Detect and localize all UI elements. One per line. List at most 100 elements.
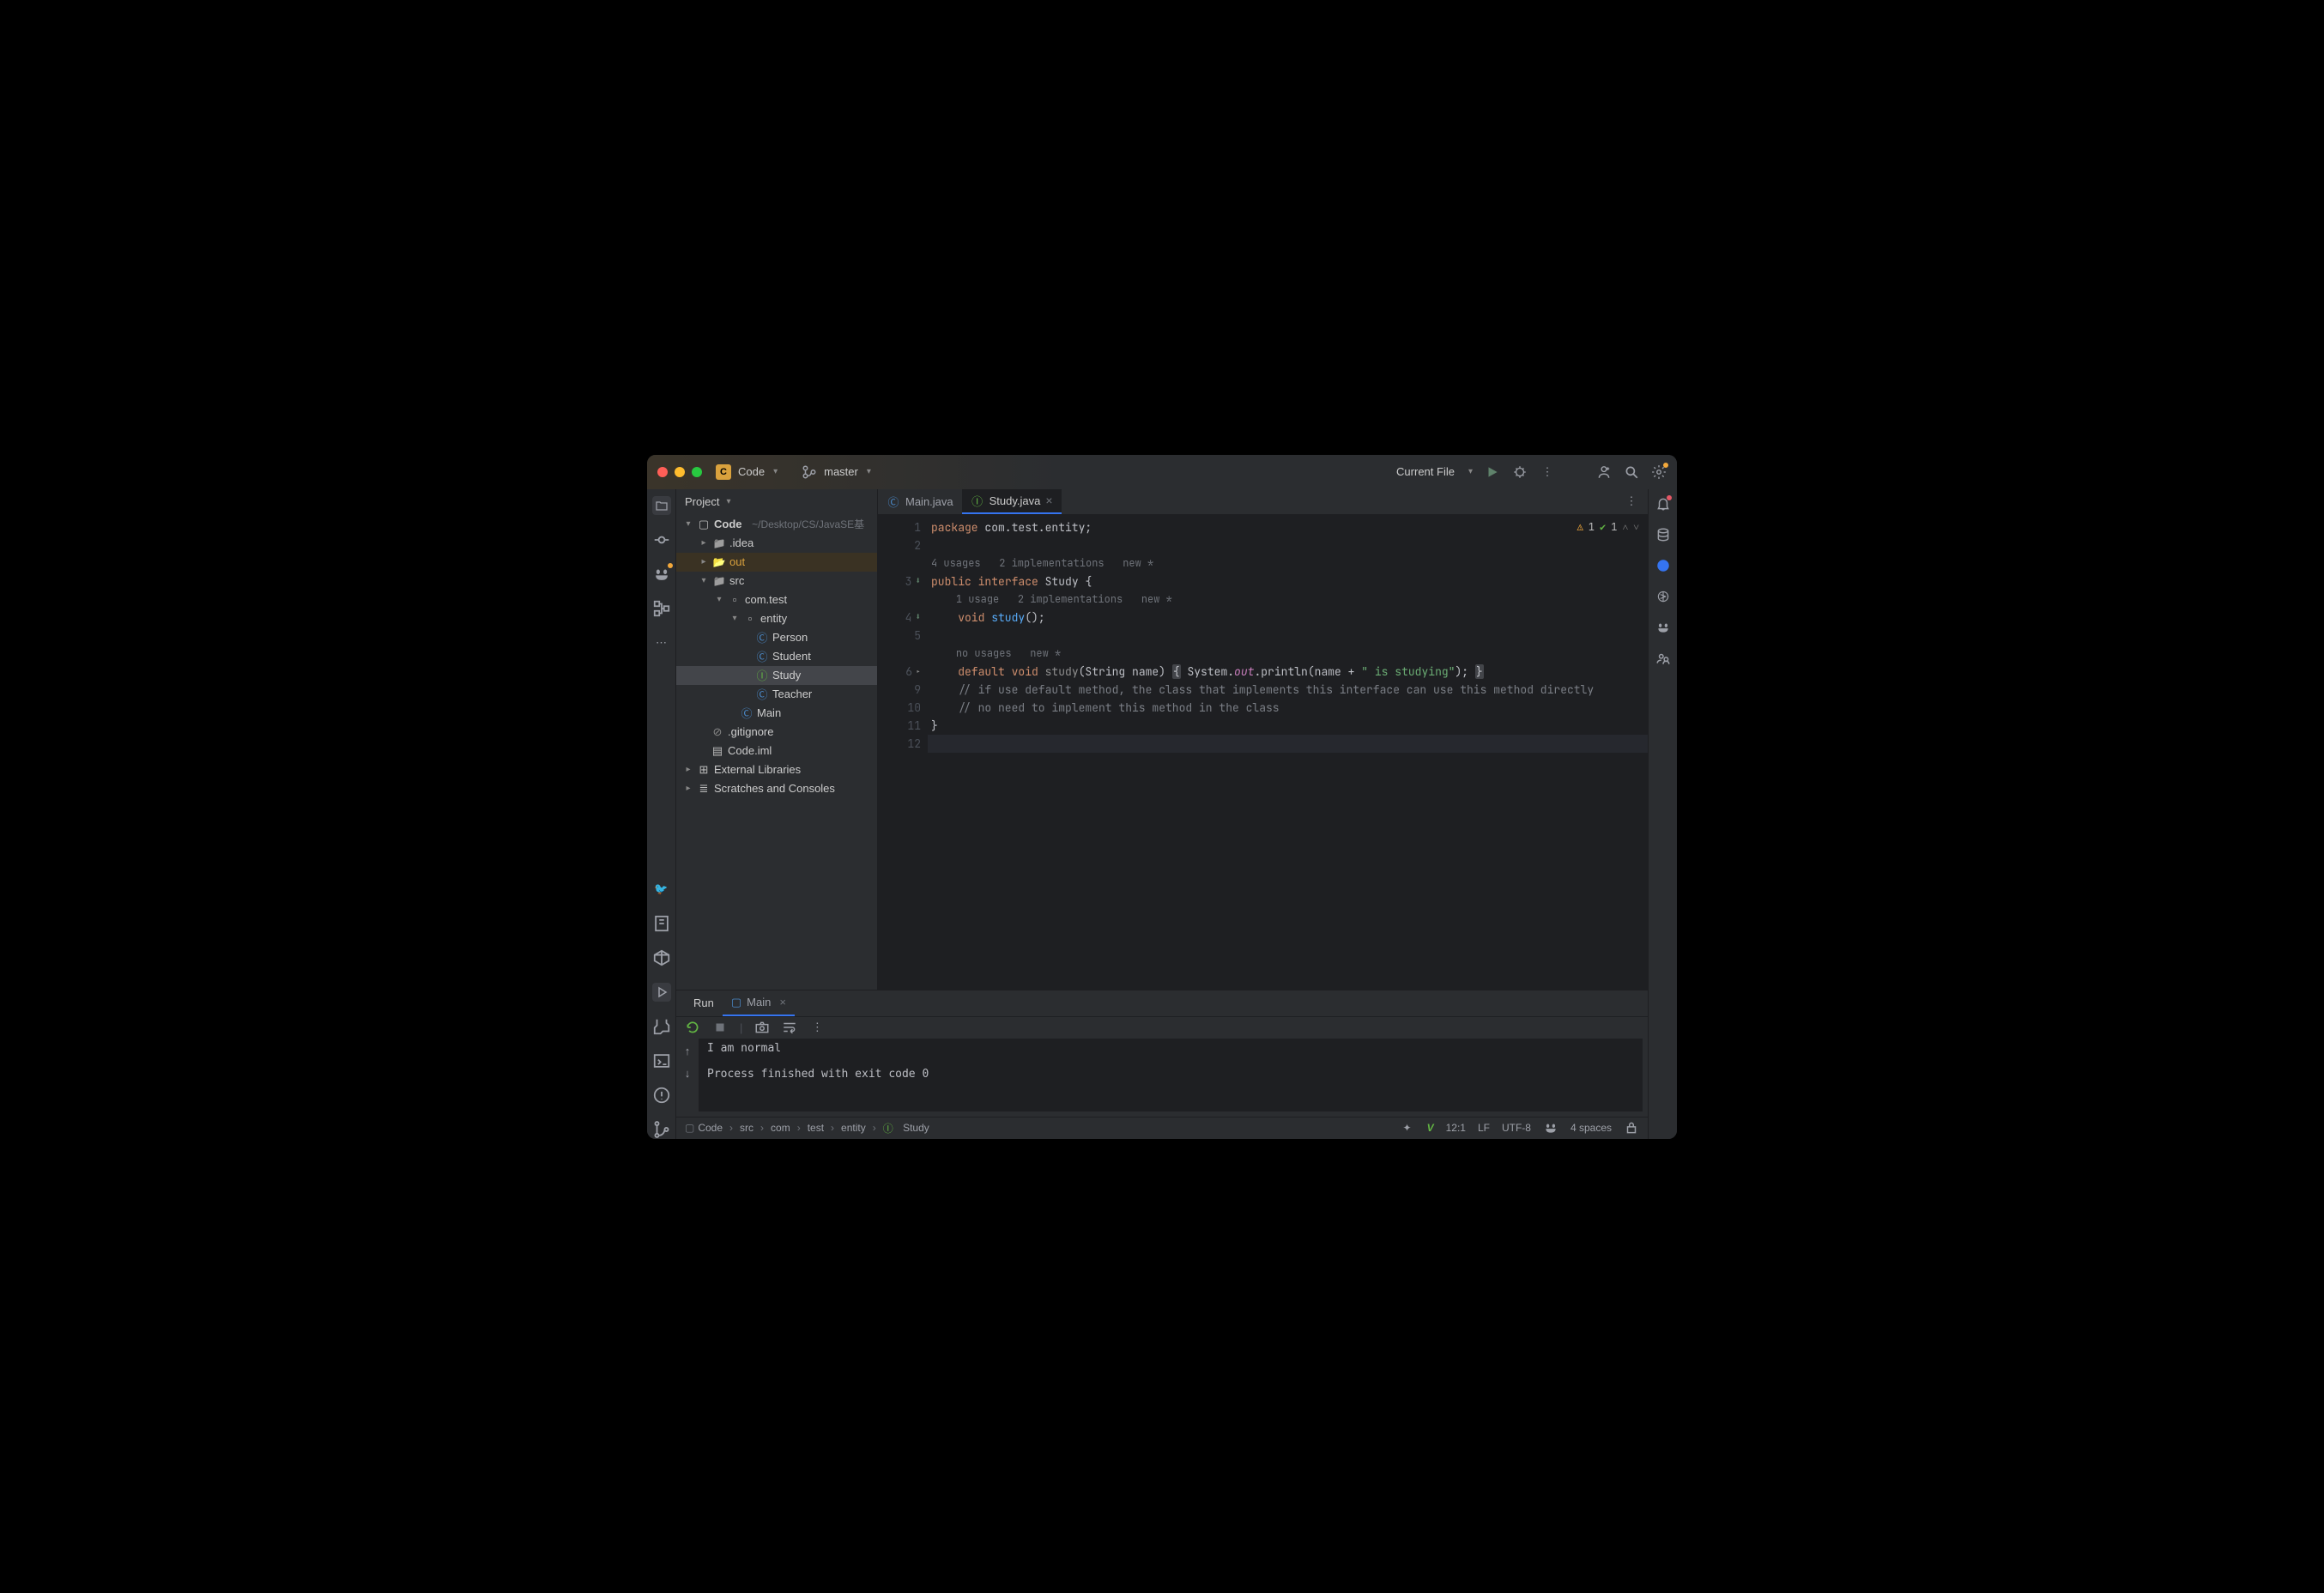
breadcrumb[interactable]: Ⓘ Study <box>883 1121 929 1136</box>
chevron-up-icon[interactable]: ˄ <box>1622 520 1628 534</box>
down-icon[interactable]: ↓ <box>680 1066 695 1081</box>
status-bar: ▢Code› src› com› test› entity› Ⓘ Study ✦… <box>676 1117 1648 1139</box>
folder-icon <box>712 555 726 569</box>
branch-icon[interactable] <box>802 464 817 480</box>
ai-assistant-icon[interactable]: ✦ <box>1400 1120 1415 1136</box>
tree-package-entity[interactable]: ▾▫entity <box>676 609 877 628</box>
tab-study-java[interactable]: ⒾStudy.java× <box>962 489 1062 514</box>
indent-setting[interactable]: 4 spaces <box>1571 1122 1612 1134</box>
project-tool-icon[interactable] <box>652 496 671 515</box>
right-toolbar <box>1648 489 1677 1139</box>
implementations-gutter-icon[interactable]: ⬇ <box>915 609 921 627</box>
tab-label: Main.java <box>905 495 953 508</box>
run-tool-icon[interactable] <box>652 983 671 1002</box>
database-icon[interactable] <box>1655 527 1671 542</box>
breadcrumb[interactable]: src <box>740 1122 753 1134</box>
run-toolbar: | ⋮ <box>676 1016 1648 1039</box>
tree-class-student[interactable]: ⒸStudent <box>676 647 877 666</box>
collab-icon[interactable] <box>1655 651 1671 666</box>
run-config-selector[interactable]: Current File <box>1396 465 1455 478</box>
project-name[interactable]: Code <box>738 465 765 478</box>
bookmarks-icon[interactable] <box>652 914 671 933</box>
close-window-button[interactable] <box>657 467 668 477</box>
screenshot-icon[interactable] <box>754 1020 770 1035</box>
chat-icon[interactable] <box>1655 558 1671 573</box>
more-icon[interactable]: ⋮ <box>809 1020 825 1035</box>
settings-icon[interactable] <box>1651 464 1667 480</box>
rerun-icon[interactable] <box>685 1020 700 1035</box>
terminal-tool-icon[interactable] <box>652 1051 671 1070</box>
project-badge: C <box>716 464 731 480</box>
tree-folder-src[interactable]: ▾src <box>676 572 877 591</box>
tree-file-gitignore[interactable]: ⊘.gitignore <box>676 723 877 742</box>
breadcrumb[interactable]: ▢Code <box>685 1122 723 1134</box>
run-icon[interactable] <box>1485 464 1500 480</box>
project-panel: Project ▾ ▾▢Code ~/Desktop/CS/JavaSE基 ▸.… <box>676 489 878 990</box>
debug-icon[interactable] <box>1512 464 1528 480</box>
ai-icon[interactable] <box>1655 589 1671 604</box>
breadcrumb[interactable]: com <box>771 1122 790 1134</box>
tree-class-teacher[interactable]: ⒸTeacher <box>676 685 877 704</box>
structure-tool-icon[interactable] <box>652 599 671 618</box>
vim-indicator[interactable]: V <box>1427 1122 1434 1134</box>
close-icon[interactable]: × <box>779 996 786 1008</box>
tree-class-main[interactable]: ⒸMain <box>676 704 877 723</box>
code-with-me-icon[interactable] <box>1596 464 1612 480</box>
build-tool-icon[interactable] <box>652 1017 671 1036</box>
problems-tool-icon[interactable] <box>652 1086 671 1105</box>
implementations-gutter-icon[interactable]: ⬇ <box>915 572 921 591</box>
tree-interface-study[interactable]: ⒾStudy <box>676 666 877 685</box>
stop-icon[interactable] <box>712 1020 728 1035</box>
class-icon: Ⓒ <box>887 494 900 508</box>
copilot-icon[interactable] <box>652 565 671 584</box>
code-body[interactable]: ⚠1 ✔1 ˄ ˅ package com.test.entity; 4 usa… <box>928 515 1648 990</box>
copilot-status-icon[interactable] <box>1543 1120 1558 1136</box>
titlebar: C Code ▾ master ▾ Current File ▾ ⋮ <box>647 455 1677 489</box>
services-tool-icon[interactable] <box>652 948 671 967</box>
cursor-position[interactable]: 12:1 <box>1446 1122 1466 1134</box>
breadcrumb[interactable]: test <box>808 1122 824 1134</box>
copilot-panel-icon[interactable] <box>1655 620 1671 635</box>
more-icon[interactable]: ⋮ <box>1540 464 1555 480</box>
git-tool-icon[interactable] <box>652 1120 671 1139</box>
interface-icon: Ⓘ <box>971 494 984 507</box>
run-panel-title[interactable]: Run <box>685 990 723 1016</box>
more-tools-icon[interactable]: ⋯ <box>652 633 671 652</box>
line-ending[interactable]: LF <box>1478 1122 1490 1134</box>
folder-icon <box>712 536 726 550</box>
project-panel-header[interactable]: Project ▾ <box>676 489 877 515</box>
class-icon: Ⓒ <box>755 687 769 701</box>
more-icon[interactable]: ⋮ <box>1624 494 1639 509</box>
tree-folder-idea[interactable]: ▸.idea <box>676 534 877 553</box>
inspections-widget[interactable]: ⚠1 ✔1 ˄ ˅ <box>1577 520 1639 534</box>
python-packages-icon[interactable]: 🐦 <box>652 880 671 899</box>
breadcrumb[interactable]: entity <box>841 1122 866 1134</box>
soft-wrap-icon[interactable] <box>782 1020 797 1035</box>
tree-class-person[interactable]: ⒸPerson <box>676 628 877 647</box>
tree-file-iml[interactable]: ▤Code.iml <box>676 742 877 760</box>
maximize-window-button[interactable] <box>692 467 702 477</box>
close-tab-button[interactable]: × <box>1045 494 1052 507</box>
tree-root[interactable]: ▾▢Code ~/Desktop/CS/JavaSE基 <box>676 515 877 534</box>
commit-tool-icon[interactable] <box>652 530 671 549</box>
tree-scratches[interactable]: ▸≣Scratches and Consoles <box>676 779 877 798</box>
code-area[interactable]: 1 2 3⬇ 4⬇ 5 6▸ 9 10 11 12 <box>878 515 1648 990</box>
encoding[interactable]: UTF-8 <box>1502 1122 1531 1134</box>
chevron-down-icon[interactable]: ˅ <box>1633 520 1639 534</box>
ide-window: C Code ▾ master ▾ Current File ▾ ⋮ ⋯ 🐦 <box>647 455 1677 1139</box>
tree-external-libraries[interactable]: ▸⊞External Libraries <box>676 760 877 779</box>
run-config-tab[interactable]: ▢Main× <box>723 990 795 1016</box>
window-controls <box>657 467 702 477</box>
search-icon[interactable] <box>1624 464 1639 480</box>
lock-icon[interactable] <box>1624 1120 1639 1136</box>
git-branch[interactable]: master <box>824 465 858 478</box>
notifications-icon[interactable] <box>1655 496 1671 512</box>
minimize-window-button[interactable] <box>675 467 685 477</box>
tab-main-java[interactable]: Ⓒ Main.java <box>878 489 962 514</box>
tree-package-comtest[interactable]: ▾▫com.test <box>676 591 877 609</box>
up-icon[interactable]: ↑ <box>680 1044 695 1059</box>
package-icon: ▫ <box>728 593 741 607</box>
editor-tabs: Ⓒ Main.java ⒾStudy.java× ⋮ <box>878 489 1648 515</box>
run-output[interactable]: I am normal Process finished with exit c… <box>699 1039 1643 1111</box>
tree-folder-out[interactable]: ▸out <box>676 553 877 572</box>
